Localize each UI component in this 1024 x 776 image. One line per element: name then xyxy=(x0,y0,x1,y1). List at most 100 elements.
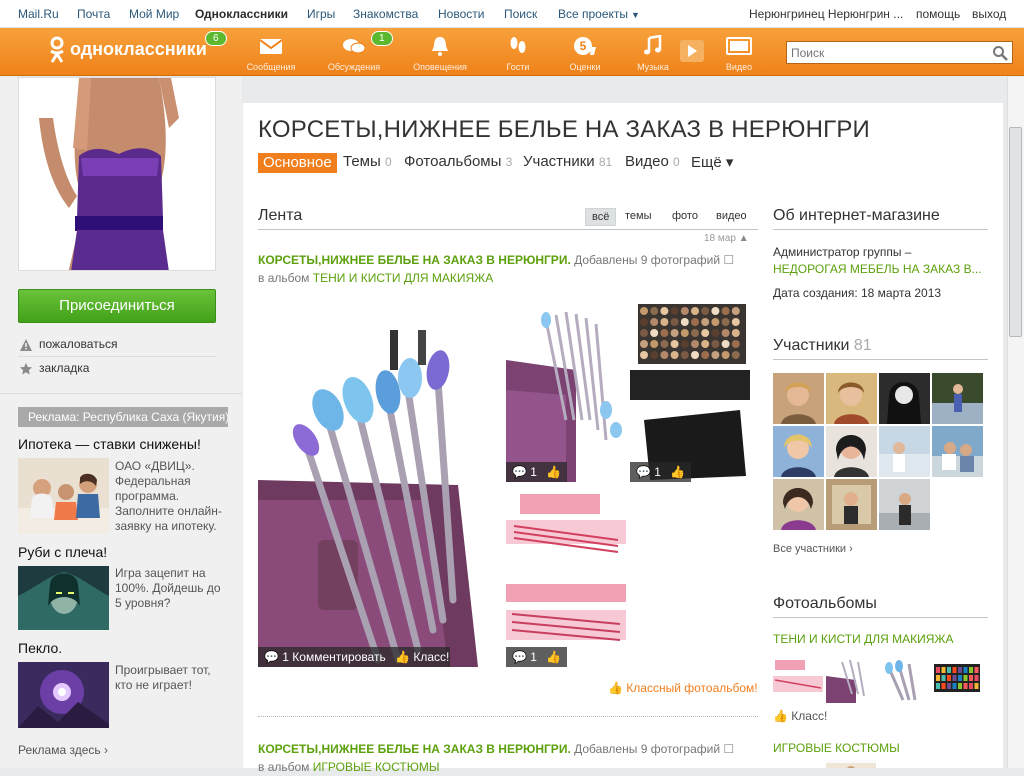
member-photo-image xyxy=(826,479,877,530)
member-photo-image xyxy=(826,426,877,477)
member-avatar[interactable] xyxy=(773,373,824,424)
ad-text-game1[interactable]: Игра зацепит на 100%. Дойдешь до 5 уровн… xyxy=(115,566,230,611)
post1-photo-2[interactable]: 💬 1 👍 xyxy=(506,300,626,482)
nav-ratings[interactable]: 5 Оценки xyxy=(551,33,619,75)
klass-link[interactable]: Класс! xyxy=(413,650,449,664)
klass-album-link[interactable]: 👍 Классный фотоальбом! xyxy=(608,681,758,695)
portal-link-search[interactable]: Поиск xyxy=(504,7,537,21)
tab-topics[interactable]: Темы 0 xyxy=(343,153,392,170)
tab-photoalbums[interactable]: Фотоальбомы 3 xyxy=(404,153,512,170)
portal-link-games[interactable]: Игры xyxy=(307,7,335,21)
comment-count[interactable]: 1 xyxy=(530,465,537,479)
ad-title-mortgage[interactable]: Ипотека — ставки снижены! xyxy=(18,436,201,452)
album2-thumb[interactable] xyxy=(826,760,876,768)
warning-icon[interactable]: ▲ xyxy=(739,233,749,244)
album1-thumb[interactable] xyxy=(879,658,929,703)
portal-link-news[interactable]: Новости xyxy=(438,7,484,21)
search-input[interactable] xyxy=(787,42,987,63)
nav-video-label: Видео xyxy=(725,62,753,72)
current-user-name[interactable]: Нерюнгринец Нерюнгрин ... xyxy=(749,7,903,21)
nav-music[interactable]: Музыка xyxy=(619,33,687,75)
member-avatar[interactable] xyxy=(879,479,930,530)
album1-thumb[interactable] xyxy=(932,658,982,703)
ad-text-game2[interactable]: Проигрывает тот, кто не играет! xyxy=(115,663,230,693)
admin-link[interactable]: НЕДОРОГАЯ МЕБЕЛЬ НА ЗАКАЗ В... xyxy=(773,262,982,276)
filter-all[interactable]: всё xyxy=(585,208,617,226)
album1-thumb[interactable] xyxy=(773,658,823,703)
portal-link-odnoklassniki[interactable]: Одноклассники xyxy=(195,7,288,21)
ad-image-game1[interactable] xyxy=(18,566,109,630)
music-play-button[interactable] xyxy=(680,40,704,62)
nav-notifications[interactable]: Оповещения xyxy=(406,33,474,75)
album1-link[interactable]: ТЕНИ И КИСТИ ДЛЯ МАКИЯЖА xyxy=(773,632,953,646)
creation-date: Дата создания: 18 марта 2013 xyxy=(773,286,942,300)
comment-count[interactable]: 1 xyxy=(530,650,537,664)
scrollbar-thumb[interactable] xyxy=(1009,127,1022,337)
member-avatar[interactable] xyxy=(932,373,983,424)
all-members-link[interactable]: Все участники › xyxy=(773,543,853,555)
member-photo-image xyxy=(879,479,930,530)
album1-thumb[interactable] xyxy=(826,658,876,703)
ad-title-game1[interactable]: Руби с плеча! xyxy=(18,544,107,560)
post2-group-link[interactable]: КОРСЕТЫ,НИЖНЕЕ БЕЛЬЕ НА ЗАКАЗ В НЕРЮНГРИ… xyxy=(258,742,571,756)
portal-link-moymir[interactable]: Мой Мир xyxy=(129,7,179,21)
album2-link[interactable]: ИГРОВЫЕ КОСТЮМЫ xyxy=(773,741,900,755)
nav-video[interactable]: Видео xyxy=(705,33,773,75)
post1-photo-3[interactable]: 💬 1 👍 xyxy=(630,300,750,482)
portal-link-mailru[interactable]: Mail.Ru xyxy=(18,7,59,21)
nav-messages[interactable]: Сообщения xyxy=(237,33,305,75)
comment-link[interactable]: 1 Комментировать xyxy=(282,650,385,664)
member-photo-image xyxy=(932,373,983,424)
photo-icon: ☐ xyxy=(723,253,735,267)
ad-image-game2[interactable] xyxy=(18,662,109,728)
tab-members[interactable]: Участники 81 xyxy=(523,153,612,170)
thumb-up-icon: 👍 xyxy=(773,709,788,723)
filter-topics[interactable]: темы xyxy=(619,208,658,224)
filter-video[interactable]: видео xyxy=(710,208,753,224)
search-icon[interactable] xyxy=(992,45,1008,61)
help-link[interactable]: помощь xyxy=(916,7,960,21)
member-avatar[interactable] xyxy=(826,373,877,424)
thumb-up-icon[interactable]: 👍 xyxy=(546,650,561,664)
post1-album-link[interactable]: ТЕНИ И КИСТИ ДЛЯ МАКИЯЖА xyxy=(313,271,493,285)
nav-guests[interactable]: Гости xyxy=(484,33,552,75)
ok-logo-icon xyxy=(50,36,64,63)
complain-link[interactable]: пожаловаться xyxy=(18,337,216,351)
ad-text-mortgage[interactable]: ОАО «ДВИЦ». Федеральная программа. Запол… xyxy=(115,459,230,534)
bell-icon xyxy=(432,37,448,56)
post1-photo-4[interactable] xyxy=(506,490,626,570)
member-avatar[interactable] xyxy=(932,426,983,477)
member-avatar[interactable] xyxy=(826,479,877,530)
ad-title-game2[interactable]: Пекло. xyxy=(18,640,62,656)
filter-photo[interactable]: фото xyxy=(666,208,704,224)
logout-link[interactable]: выход xyxy=(972,7,1006,21)
portal-link-pochta[interactable]: Почта xyxy=(77,7,110,21)
bookmark-link[interactable]: закладка xyxy=(18,361,216,375)
member-avatar[interactable] xyxy=(773,426,824,477)
family-photo-image xyxy=(18,458,109,534)
thumb-up-icon[interactable]: 👍 xyxy=(670,465,685,479)
tab-main[interactable]: Основное xyxy=(258,153,337,173)
post1-photo-5[interactable]: 💬 1 👍 xyxy=(506,580,626,667)
member-avatar[interactable] xyxy=(773,479,824,530)
member-avatar[interactable] xyxy=(826,426,877,477)
post1-group-link[interactable]: КОРСЕТЫ,НИЖНЕЕ БЕЛЬЕ НА ЗАКАЗ В НЕРЮНГРИ… xyxy=(258,253,571,267)
tab-video[interactable]: Видео 0 xyxy=(625,153,680,170)
thumb-up-icon[interactable]: 👍 xyxy=(546,465,561,479)
comment-count[interactable]: 1 xyxy=(654,465,661,479)
tab-more[interactable]: Ещё ▾ xyxy=(691,153,733,171)
join-group-button[interactable]: Присоединиться xyxy=(18,289,216,323)
post2-album-link[interactable]: ИГРОВЫЕ КОСТЮМЫ xyxy=(313,760,440,774)
footprints-icon xyxy=(510,37,526,53)
post1-photo-main[interactable]: 💬 1 Комментировать 👍 Класс! xyxy=(258,300,488,667)
post1-photo-bar: 💬 1 Комментировать 👍 Класс! xyxy=(258,647,450,667)
album1-klass[interactable]: 👍 Класс! xyxy=(773,709,827,723)
member-avatar[interactable] xyxy=(879,373,930,424)
odnoklassniki-logo[interactable]: одноклассники xyxy=(48,36,207,64)
portal-link-all-projects[interactable]: Все проекты ▼ xyxy=(558,7,640,21)
ads-here-link[interactable]: Реклама здесь › xyxy=(18,743,108,757)
portal-link-dating[interactable]: Знакомства xyxy=(353,7,418,21)
member-avatar[interactable] xyxy=(879,426,930,477)
ad-image-mortgage[interactable] xyxy=(18,458,109,534)
group-avatar[interactable] xyxy=(18,77,216,271)
